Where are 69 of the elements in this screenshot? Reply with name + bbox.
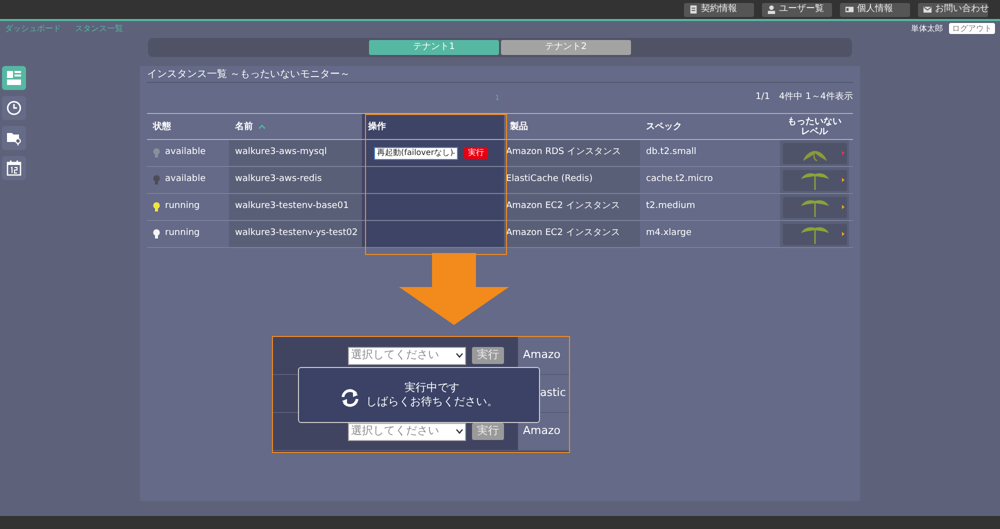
refresh-icon <box>340 388 360 408</box>
chevron-down-icon <box>456 353 463 358</box>
sidebar-item[interactable] <box>2 96 26 120</box>
sidebar-item[interactable] <box>2 66 26 90</box>
spec-text: cache.t2.micro <box>646 173 713 186</box>
column-header: もったいないレベル <box>786 116 842 136</box>
column-header: スペック <box>646 122 682 132</box>
logout-button[interactable]: ログアウト <box>949 23 995 34</box>
calendar-icon <box>6 160 22 176</box>
column-header: 製品 <box>510 122 528 132</box>
header-button[interactable]: 契約情報 <box>684 2 754 16</box>
status-text: running <box>165 200 200 214</box>
breadcrumb-link[interactable]: スタンス一覧 <box>75 22 123 34</box>
header-button[interactable]: ユーザー覧 <box>762 2 832 16</box>
column-header: 名前 <box>235 122 253 132</box>
sidebar-item[interactable] <box>2 126 26 150</box>
sprout-icon <box>800 198 830 216</box>
id-card-icon <box>845 5 854 14</box>
panel-title: インスタンス一覧 ～もったいないモニター～ <box>147 68 350 82</box>
product-name: Amazon EC2 インスタンス <box>506 200 620 214</box>
clock-icon <box>6 100 22 116</box>
product-name: astic <box>540 385 566 402</box>
document-icon <box>689 5 698 14</box>
dialog-message: しばらくお待ちください。 <box>366 395 498 409</box>
product-name: Amazo <box>523 423 560 440</box>
down-arrow-icon <box>399 253 509 325</box>
spec-text: m4.xlarge <box>646 227 692 240</box>
status-text: running <box>165 227 200 240</box>
select-field[interactable]: 選択してください <box>348 346 466 364</box>
operation-select[interactable]: 再起動(failoverなし) <box>374 146 458 160</box>
select-field[interactable]: 選択してください <box>348 422 466 440</box>
dashboard-icon <box>6 70 22 86</box>
header-button[interactable]: お問い合わせ <box>918 2 988 16</box>
dialog-message: 実行中です <box>404 381 460 395</box>
user-icon <box>767 5 776 14</box>
sprout-icon <box>800 170 830 190</box>
tenant-tab[interactable]: テナント1 <box>369 40 499 55</box>
breadcrumb-link[interactable]: ダッシュボード <box>5 22 61 34</box>
header-button[interactable]: 個人情報 <box>840 2 910 16</box>
instance-name: walkure3-aws-redis <box>235 173 322 186</box>
user-name: 単体太郎 <box>911 22 943 34</box>
chevron-down-icon <box>456 429 463 434</box>
product-name: Amazon RDS インスタンス <box>506 146 621 160</box>
column-header: 操作 <box>368 122 386 132</box>
sprout-icon <box>800 224 830 244</box>
execute-button[interactable]: 実行 <box>464 147 488 159</box>
level-indicator[interactable] <box>782 196 846 218</box>
pager-info: 1/1 4件中 1～4件表示 <box>755 91 853 104</box>
product-name: Amazo <box>523 347 560 364</box>
product-name: ElastiCache (Redis) <box>506 173 593 186</box>
product-name: Amazon EC2 インスタンス <box>506 227 620 240</box>
column-header: 状態 <box>153 122 171 132</box>
execute-button[interactable]: 実行 <box>472 423 504 440</box>
level-indicator[interactable] <box>782 224 846 244</box>
level-indicator[interactable] <box>782 142 846 164</box>
mail-icon <box>923 5 932 14</box>
sort-up-icon <box>258 124 266 129</box>
status-text: available <box>165 146 206 160</box>
status-text: available <box>165 173 206 186</box>
execute-button[interactable]: 実行 <box>472 347 504 364</box>
level-indicator[interactable] <box>782 170 846 190</box>
instance-name: walkure3-testenv-base01 <box>235 200 349 214</box>
instance-name: walkure3-aws-mysql <box>235 146 327 160</box>
tenant-tab[interactable]: テナント2 <box>501 40 631 55</box>
instance-name: walkure3-testenv-ys-test02 <box>235 227 358 240</box>
spec-text: t2.medium <box>646 200 696 214</box>
folder-search-icon <box>6 130 22 146</box>
sidebar-item[interactable] <box>2 156 26 180</box>
spec-text: db.t2.small <box>646 146 696 160</box>
